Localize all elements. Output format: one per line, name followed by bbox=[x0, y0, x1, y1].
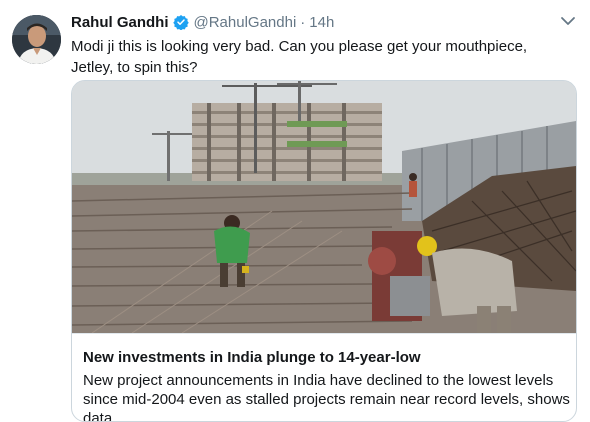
author-photo bbox=[12, 15, 61, 64]
card-description: New project announcements in India have … bbox=[83, 372, 570, 422]
card-title[interactable]: New investments in India plunge to 14-ye… bbox=[83, 348, 565, 367]
card-image bbox=[72, 81, 576, 333]
link-preview-card[interactable]: New investments in India plunge to 14-ye… bbox=[71, 80, 577, 422]
verified-badge-icon bbox=[172, 14, 189, 31]
avatar[interactable] bbox=[12, 15, 61, 64]
chevron-down-icon[interactable] bbox=[559, 14, 577, 28]
tweet-header: Rahul Gandhi @RahulGandhi · 14h bbox=[71, 12, 334, 32]
author-name[interactable]: Rahul Gandhi bbox=[71, 14, 169, 31]
tweet-text: Modi ji this is looking very bad. Can yo… bbox=[71, 38, 528, 76]
separator-dot: · bbox=[300, 13, 306, 31]
tweet-timestamp[interactable]: 14h bbox=[309, 14, 334, 31]
author-handle[interactable]: @RahulGandhi bbox=[194, 14, 297, 31]
